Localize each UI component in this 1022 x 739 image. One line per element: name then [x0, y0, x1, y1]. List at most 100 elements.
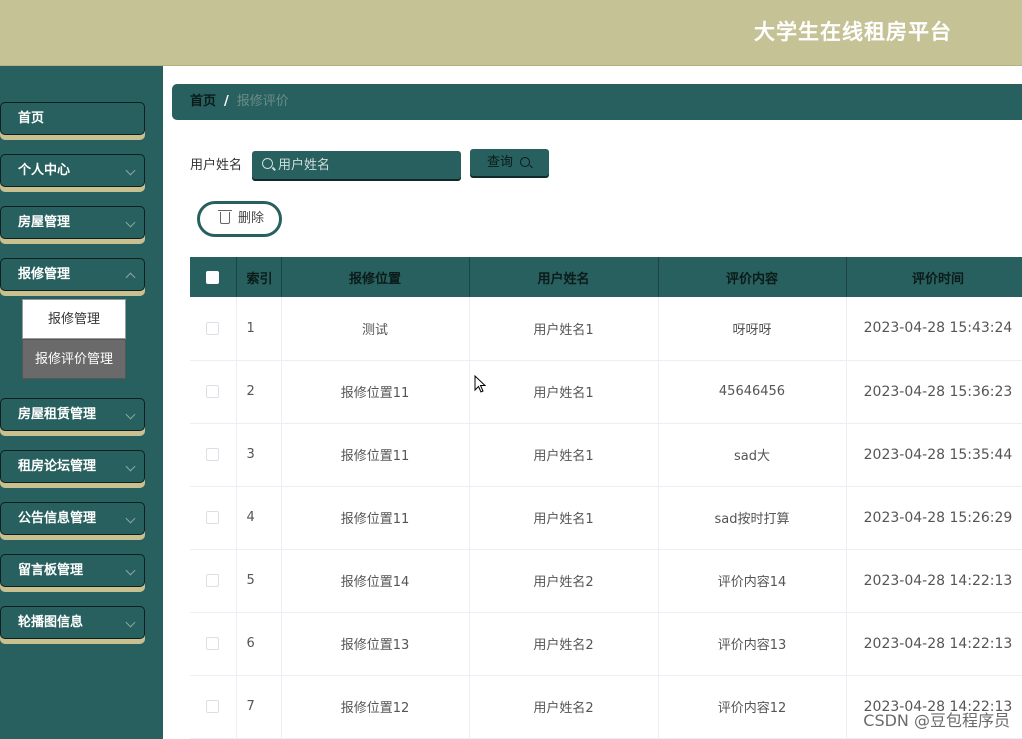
query-button[interactable]: 查询	[470, 149, 549, 176]
cell-time: 2023-04-28 15:43:24	[846, 297, 1022, 361]
watermark: CSDN @豆包程序员	[863, 711, 1010, 730]
row-select-cell	[190, 423, 237, 487]
column-header-content[interactable]: 评价内容	[658, 257, 847, 297]
chevron-down-icon	[125, 461, 136, 472]
table-row[interactable]: 6 报修位置13 用户姓名2 评价内容13 2023-04-28 14:22:1…	[190, 612, 1022, 676]
cell-content: 45646456	[658, 360, 847, 424]
cell-content: 评价内容14	[658, 549, 847, 613]
cell-index: 6	[236, 612, 282, 676]
row-checkbox[interactable]	[206, 448, 220, 461]
row-checkbox[interactable]	[206, 385, 220, 398]
row-checkbox[interactable]	[206, 574, 220, 587]
cell-time: 2023-04-28 14:22:13	[846, 612, 1022, 676]
row-select-cell	[190, 297, 237, 361]
row-checkbox[interactable]	[206, 700, 220, 713]
sidebar-item-personal-center[interactable]: 个人中心	[0, 154, 145, 187]
search-input[interactable]	[278, 151, 458, 179]
column-header-username[interactable]: 用户姓名	[469, 257, 659, 297]
select-all-cell	[190, 257, 237, 297]
sidebar-item-forum-management[interactable]: 租房论坛管理	[0, 450, 145, 483]
sidebar-item-label: 首页	[18, 111, 45, 126]
table-row[interactable]: 1 测试 用户姓名1 呀呀呀 2023-04-28 15:43:24	[190, 297, 1022, 361]
cell-location: 报修位置13	[281, 612, 470, 676]
cell-content: 评价内容12	[658, 675, 847, 739]
table-row[interactable]: 5 报修位置14 用户姓名2 评价内容14 2023-04-28 14:22:1…	[190, 549, 1022, 613]
select-all-checkbox[interactable]	[206, 270, 220, 284]
query-button-label: 查询	[487, 155, 514, 170]
row-select-cell	[190, 360, 237, 424]
submenu-item-repair-evaluation[interactable]: 报修评价管理	[22, 339, 126, 379]
mouse-cursor-icon	[474, 375, 487, 393]
row-checkbox[interactable]	[206, 321, 220, 335]
breadcrumb-current: 报修评价	[236, 94, 289, 109]
table-row[interactable]: 4 报修位置11 用户姓名1 sad按时打算 2023-04-28 15:26:…	[190, 486, 1022, 550]
breadcrumb-home[interactable]: 首页	[190, 94, 216, 109]
cell-time: 2023-04-28 15:35:44	[846, 423, 1022, 487]
row-checkbox[interactable]	[206, 511, 220, 524]
cell-content: sad按时打算	[658, 486, 847, 550]
column-header-time[interactable]: 评价时间	[846, 257, 1022, 297]
column-header-location[interactable]: 报修位置	[281, 257, 470, 297]
chevron-down-icon	[125, 565, 136, 576]
cell-location: 测试	[281, 297, 470, 361]
submenu-item-repair-management[interactable]: 报修管理	[22, 299, 126, 339]
column-header-index[interactable]: 索引	[236, 257, 282, 297]
sidebar-item-label: 公告信息管理	[18, 511, 97, 526]
sidebar-item-label: 留言板管理	[18, 563, 84, 578]
sidebar-item-label: 轮播图信息	[18, 615, 84, 630]
sidebar-item-label: 房屋管理	[18, 215, 71, 230]
cell-location: 报修位置12	[281, 675, 470, 739]
cell-index: 7	[236, 675, 282, 739]
sidebar-item-repair-management[interactable]: 报修管理	[0, 258, 145, 291]
cell-username: 用户姓名2	[469, 675, 659, 739]
delete-button-label: 删除	[238, 211, 265, 226]
sidebar-item-label: 租房论坛管理	[18, 459, 97, 474]
cell-content: 评价内容13	[658, 612, 847, 676]
table-row[interactable]: 3 报修位置11 用户姓名1 sad大 2023-04-28 15:35:44	[190, 423, 1022, 487]
sidebar-item-home[interactable]: 首页	[0, 102, 145, 135]
cell-content: 呀呀呀	[658, 297, 847, 361]
breadcrumb-separator: /	[224, 94, 229, 109]
row-select-cell	[190, 675, 237, 739]
chevron-up-icon	[125, 272, 136, 283]
cell-username: 用户姓名1	[469, 360, 659, 424]
search-label: 用户姓名	[190, 158, 243, 173]
chevron-down-icon	[125, 217, 136, 228]
sidebar-item-house-management[interactable]: 房屋管理	[0, 206, 145, 239]
row-checkbox[interactable]	[206, 637, 220, 650]
search-icon	[520, 157, 530, 167]
cell-index: 5	[236, 549, 282, 613]
breadcrumb: 首页 / 报修评价	[172, 84, 1022, 120]
chevron-down-icon	[125, 617, 136, 628]
chevron-down-icon	[125, 165, 136, 176]
cell-index: 2	[236, 360, 282, 424]
cell-location: 报修位置14	[281, 549, 470, 613]
app-title: 大学生在线租房平台	[754, 20, 952, 44]
chevron-down-icon	[125, 409, 136, 420]
cell-index: 1	[236, 297, 282, 361]
delete-button[interactable]: 删除	[197, 201, 282, 237]
sidebar-item-rental-management[interactable]: 房屋租赁管理	[0, 398, 145, 431]
row-select-cell	[190, 549, 237, 613]
chevron-down-icon	[125, 513, 136, 524]
cell-time: 2023-04-28 15:26:29	[846, 486, 1022, 550]
sidebar-item-carousel[interactable]: 轮播图信息	[0, 606, 145, 639]
table-row[interactable]: 2 报修位置11 用户姓名1 45646456 2023-04-28 15:36…	[190, 360, 1022, 424]
cell-index: 4	[236, 486, 282, 550]
search-icon	[262, 158, 273, 169]
search-field[interactable]	[252, 151, 461, 179]
row-select-cell	[190, 612, 237, 676]
cell-username: 用户姓名2	[469, 612, 659, 676]
sidebar-item-notice-management[interactable]: 公告信息管理	[0, 502, 145, 535]
sidebar-item-label: 个人中心	[18, 163, 71, 178]
table-header-row: 索引 报修位置 用户姓名 评价内容 评价时间	[190, 257, 1022, 297]
cell-time: 2023-04-28 14:22:13	[846, 549, 1022, 613]
sidebar-item-message-board[interactable]: 留言板管理	[0, 554, 145, 587]
row-select-cell	[190, 486, 237, 550]
cell-location: 报修位置11	[281, 360, 470, 424]
cell-username: 用户姓名1	[469, 486, 659, 550]
sidebar-item-label: 报修管理	[18, 267, 71, 282]
cell-username: 用户姓名1	[469, 297, 659, 361]
cell-location: 报修位置11	[281, 423, 470, 487]
sidebar-item-label: 房屋租赁管理	[18, 407, 97, 422]
